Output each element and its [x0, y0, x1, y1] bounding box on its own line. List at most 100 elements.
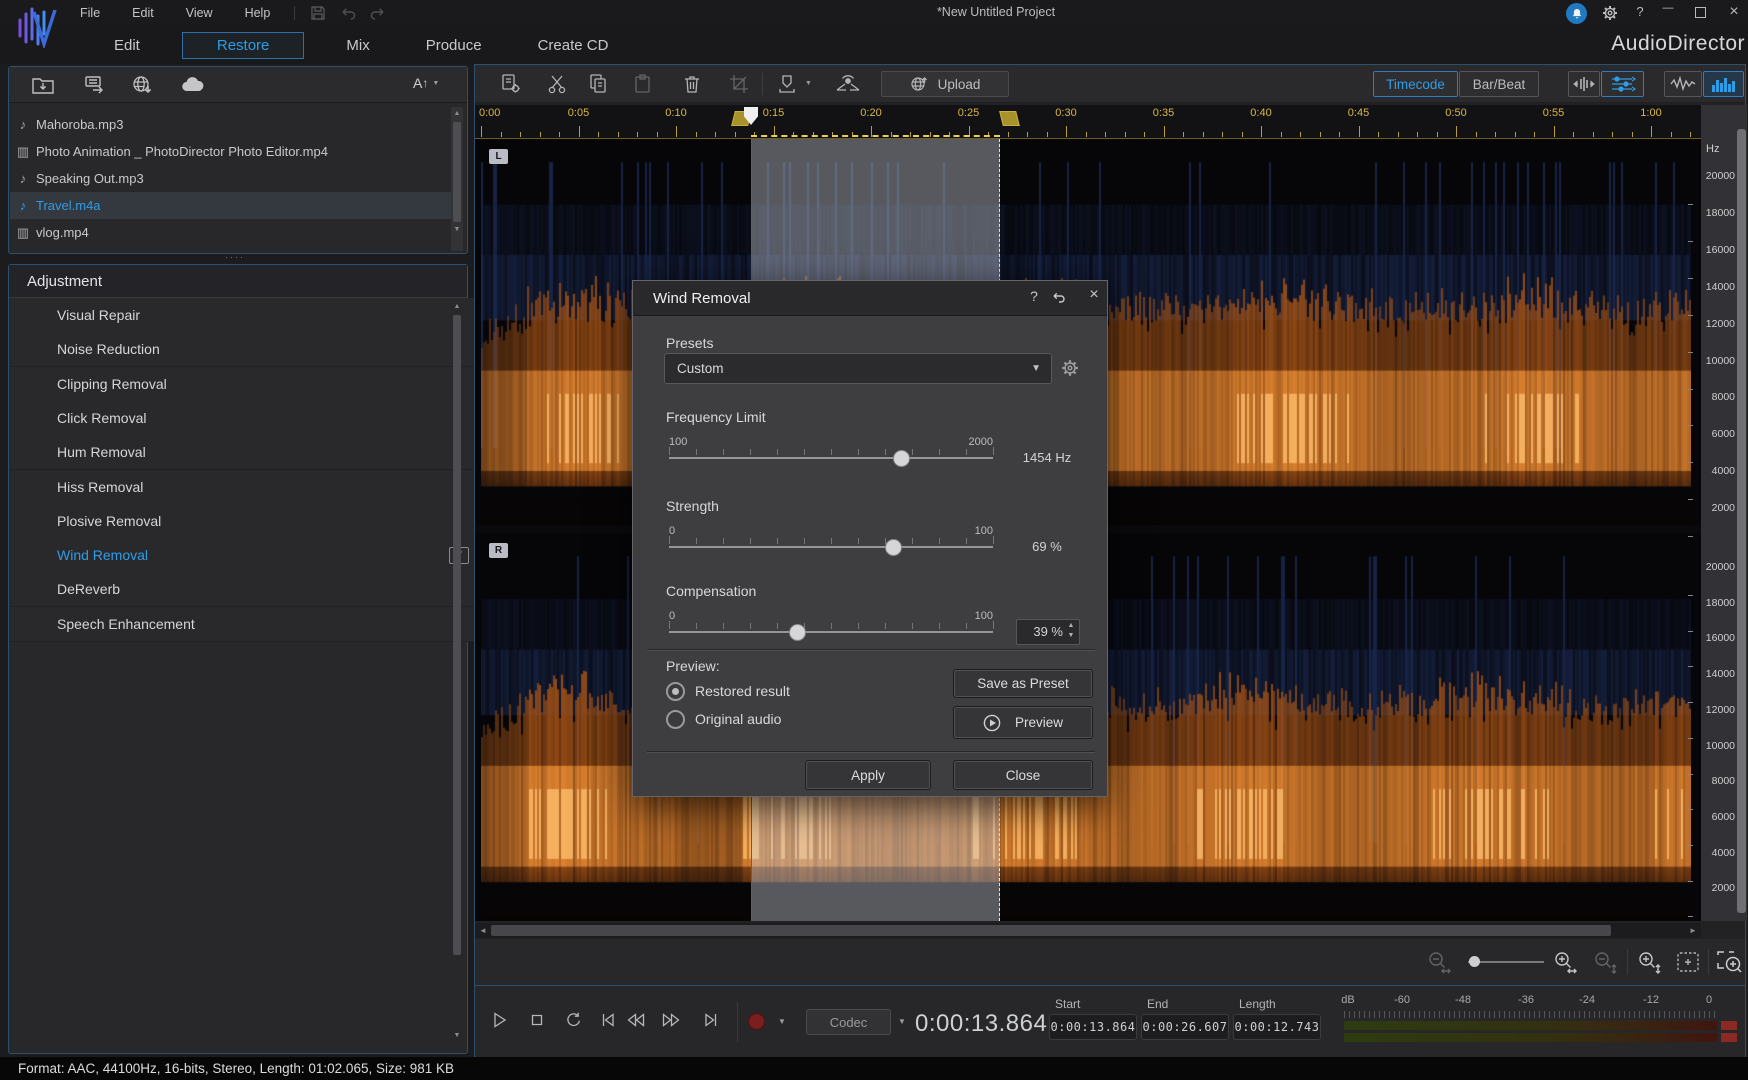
barbeat-toggle[interactable]: Bar/Beat: [1459, 71, 1539, 97]
file-row[interactable]: ♪Mahoroba.mp3: [10, 111, 454, 138]
slider-track[interactable]: [669, 457, 993, 459]
adjustment-item-clipping-removal[interactable]: Clipping Removal: [10, 367, 497, 402]
preset-gear-icon[interactable]: [1059, 357, 1081, 379]
paste-icon[interactable]: [631, 73, 655, 95]
length-time-field[interactable]: 0:00:12.743: [1233, 1014, 1321, 1040]
slider-handle[interactable]: [885, 539, 902, 556]
maximize-button[interactable]: [1695, 7, 1706, 18]
adjustment-item-speech-enhancement[interactable]: Speech Enhancement: [10, 607, 497, 642]
menu-file[interactable]: File: [64, 0, 116, 26]
adjustment-item-dereverb[interactable]: DeReverb: [10, 572, 497, 607]
dialog-reset-icon[interactable]: [1051, 290, 1073, 305]
end-time-field[interactable]: 0:00:26.607: [1141, 1014, 1229, 1040]
scroll-down-icon[interactable]: ▼: [451, 225, 463, 235]
timeline-ruler[interactable]: 0:000:050:100:150:200:250:300:350:400:45…: [475, 105, 1701, 139]
zoom-out-vertical-icon[interactable]: [1591, 949, 1619, 977]
panel-splitter[interactable]: ····: [0, 252, 470, 262]
fast-forward-button[interactable]: [661, 1010, 682, 1031]
save-as-preset-button[interactable]: Save as Preset: [953, 669, 1093, 698]
properties-icon[interactable]: [499, 73, 523, 95]
scroll-left-icon[interactable]: ◄: [479, 923, 487, 938]
undo-icon[interactable]: [340, 5, 356, 21]
record-dropdown-icon[interactable]: ▼: [778, 1017, 786, 1026]
scrollbar-thumb[interactable]: [453, 315, 461, 955]
codec-button[interactable]: Codec: [806, 1009, 891, 1035]
zoom-slider-thumb[interactable]: [1469, 956, 1480, 967]
tab-edit[interactable]: Edit: [100, 33, 154, 58]
record-button[interactable]: [748, 1013, 765, 1030]
scrollbar-thumb[interactable]: [453, 122, 461, 222]
scroll-right-icon[interactable]: ►: [1689, 923, 1697, 938]
file-row[interactable]: ♪Speaking Out.mp3: [10, 165, 454, 192]
adjustment-item-hiss-removal[interactable]: Hiss Removal: [10, 470, 497, 505]
scroll-down-icon[interactable]: ▼: [451, 1031, 463, 1041]
scroll-up-icon[interactable]: ▲: [451, 302, 463, 312]
waveform-view-toggle[interactable]: [1664, 71, 1702, 97]
timecode-toggle[interactable]: Timecode: [1373, 71, 1458, 97]
scrollbar-thumb[interactable]: [491, 925, 1611, 936]
close-button[interactable]: Close: [953, 760, 1093, 790]
codec-dropdown-icon[interactable]: ▼: [898, 1017, 906, 1026]
radio-restored-result[interactable]: Restored result: [666, 681, 790, 701]
file-list-scrollbar[interactable]: ▲ ▼: [451, 107, 463, 251]
menu-help[interactable]: Help: [229, 0, 287, 26]
zoom-to-selection-icon[interactable]: [1715, 949, 1743, 975]
notifications-bell-icon[interactable]: [1566, 3, 1587, 24]
zoom-in-vertical-icon[interactable]: [1635, 949, 1663, 977]
file-row[interactable]: ▥vlog.mp4: [10, 219, 454, 246]
apply-button[interactable]: Apply: [805, 760, 931, 790]
selection-end-flag[interactable]: [999, 111, 1020, 126]
upload-button[interactable]: Upload: [881, 71, 1009, 97]
tab-restore[interactable]: Restore: [182, 32, 305, 59]
close-button[interactable]: ×: [1721, 3, 1747, 21]
file-row[interactable]: ▥Photo Animation _ PhotoDirector Photo E…: [10, 138, 454, 165]
adjustment-item-wind-removal[interactable]: Wind Removal?: [10, 538, 497, 573]
tab-create-cd[interactable]: Create CD: [524, 33, 623, 58]
adjustment-item-click-removal[interactable]: Click Removal: [10, 401, 497, 436]
tab-produce[interactable]: Produce: [412, 33, 496, 58]
preview-button[interactable]: Preview: [953, 706, 1093, 739]
normalize-icon[interactable]: [833, 73, 863, 95]
scroll-up-icon[interactable]: ▲: [451, 109, 463, 119]
spinner-arrows-icon[interactable]: ▲ ▼: [1065, 621, 1077, 641]
spectrogram-view-toggle[interactable]: [1703, 71, 1744, 97]
adjustment-item-hum-removal[interactable]: Hum Removal: [10, 435, 497, 470]
menu-edit[interactable]: Edit: [116, 0, 170, 26]
redo-icon[interactable]: [370, 5, 386, 21]
tab-mix[interactable]: Mix: [332, 33, 383, 58]
skip-to-start-button[interactable]: [597, 1010, 618, 1031]
slider-handle[interactable]: [789, 624, 806, 641]
minimize-button[interactable]: —: [1655, 2, 1681, 14]
save-icon[interactable]: [310, 5, 326, 21]
clip-stretch-toggle[interactable]: [1568, 71, 1600, 97]
vertical-scrollbar[interactable]: [1737, 129, 1746, 913]
marker-dropdown-icon[interactable]: ▼: [805, 80, 812, 87]
batch-process-icon[interactable]: [83, 74, 107, 96]
adjustment-scrollbar[interactable]: ▲ ▼: [451, 302, 463, 1050]
copy-icon[interactable]: [587, 73, 611, 95]
help-icon[interactable]: ?: [1627, 4, 1653, 19]
dialog-close-icon[interactable]: ×: [1083, 286, 1105, 304]
delete-trash-icon[interactable]: [681, 73, 705, 95]
cloud-icon[interactable]: [179, 75, 207, 95]
zoom-out-horizontal-icon[interactable]: [1425, 949, 1455, 977]
zoom-in-horizontal-icon[interactable]: [1551, 949, 1581, 977]
download-from-web-icon[interactable]: [131, 74, 155, 96]
preset-dropdown[interactable]: Custom ▼: [664, 353, 1052, 384]
settings-gear-icon[interactable]: [1600, 3, 1620, 23]
rewind-button[interactable]: [625, 1010, 646, 1031]
adjustment-item-noise-reduction[interactable]: Noise Reduction: [10, 332, 497, 367]
menu-view[interactable]: View: [170, 0, 229, 26]
trim-icon[interactable]: [728, 73, 752, 95]
skip-to-end-button[interactable]: [701, 1010, 722, 1031]
adjustment-item-plosive-removal[interactable]: Plosive Removal: [10, 504, 497, 539]
slider-handle[interactable]: [893, 450, 910, 467]
dialog-help-icon[interactable]: ?: [1023, 288, 1045, 304]
compensation-spinner[interactable]: 39 %▲ ▼: [1016, 619, 1080, 645]
loop-button[interactable]: [563, 1010, 584, 1031]
keyframe-settings-toggle[interactable]: [1601, 71, 1644, 97]
fit-to-window-icon[interactable]: [1675, 951, 1701, 975]
sort-files-control[interactable]: A ↑ ▼: [413, 75, 439, 91]
import-media-icon[interactable]: [31, 74, 55, 96]
slider-track[interactable]: [669, 546, 993, 548]
